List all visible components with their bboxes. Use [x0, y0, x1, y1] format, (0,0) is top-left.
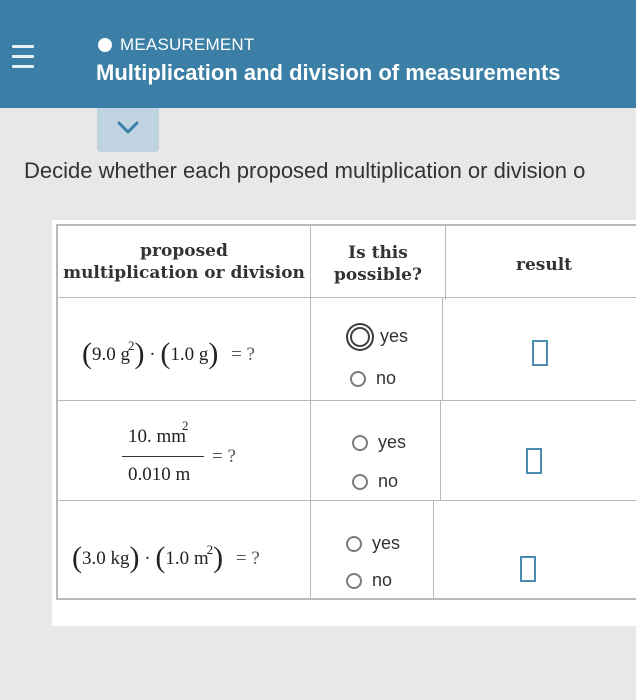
column-header-possible: Is this possible? [334, 243, 422, 285]
chevron-down-icon [117, 121, 139, 134]
radio-unselected-icon [346, 535, 362, 552]
menu-button[interactable] [0, 32, 60, 92]
expression-row-2: 2 10. mm 0.010 m = ? [122, 416, 322, 496]
column-header-proposed: proposed multiplication or division [63, 241, 305, 283]
result-input-row-3[interactable] [520, 556, 536, 582]
app-header: MEASUREMENT Multiplication and division … [0, 0, 636, 108]
topic-text: MEASUREMENT [120, 35, 255, 54]
radio-no-row-2[interactable]: no [352, 471, 398, 492]
radio-no-row-3[interactable]: no [346, 570, 392, 591]
radio-yes-row-3[interactable]: yes [346, 533, 400, 554]
result-input-row-1[interactable] [532, 340, 548, 366]
page-title: Multiplication and division of measureme… [96, 60, 561, 85]
radio-selected-icon [350, 326, 370, 347]
radio-unselected-icon [346, 572, 362, 589]
radio-unselected-icon [352, 473, 368, 490]
instruction-text: Decide whether each proposed multiplicat… [24, 158, 586, 183]
circle-dot-icon [98, 38, 112, 52]
result-input-row-2[interactable] [526, 448, 542, 474]
expression-row-3: (3.0 kg) · (1.0 m2) = ? [72, 541, 260, 574]
radio-no-row-1[interactable]: no [350, 368, 396, 389]
radio-unselected-icon [350, 370, 366, 387]
column-header-result: result [515, 255, 572, 275]
expression-row-1: (9.0 g2) · (1.0 g) = ? [82, 337, 255, 370]
radio-yes-row-1[interactable]: yes [350, 326, 408, 347]
expand-toggle[interactable] [97, 108, 159, 152]
radio-unselected-icon [352, 434, 368, 451]
topic-label: MEASUREMENT [98, 34, 254, 56]
measurement-table: proposed multiplication or division Is t… [52, 220, 636, 626]
radio-yes-row-2[interactable]: yes [352, 432, 406, 453]
